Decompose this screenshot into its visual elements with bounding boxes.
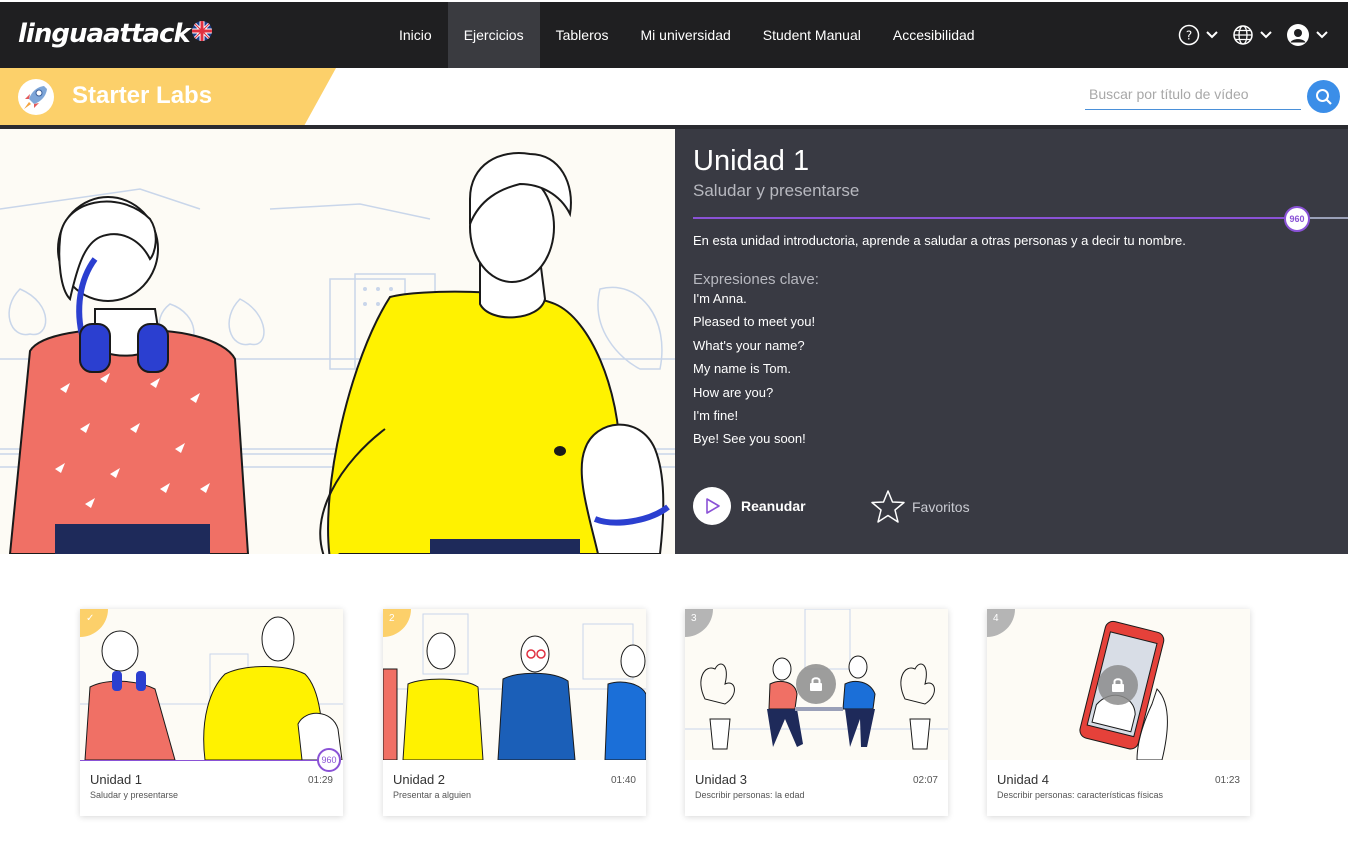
unit-progress-bar bbox=[693, 217, 1348, 219]
nav-mi-universidad[interactable]: Mi universidad bbox=[625, 2, 747, 68]
play-button-circle bbox=[693, 487, 731, 525]
svg-text:?: ? bbox=[1186, 29, 1192, 43]
expression-item: Bye! See you soon! bbox=[693, 431, 806, 447]
main-nav: Inicio Ejercicios Tableros Mi universida… bbox=[383, 2, 991, 68]
sub-header: Starter Labs bbox=[0, 68, 1348, 126]
unit-title: Unidad 1 bbox=[693, 145, 810, 177]
unit-card-3[interactable]: 3 Unidad 3 02:07 Describir personas: la … bbox=[685, 609, 948, 816]
globe-icon bbox=[1233, 25, 1253, 45]
search-field bbox=[1085, 80, 1301, 110]
language-menu[interactable] bbox=[1232, 24, 1272, 46]
unit-card-subtitle: Presentar a alguien bbox=[393, 790, 472, 800]
unit-card-thumbnail bbox=[80, 609, 343, 760]
unit-detail-panel: Unidad 1 Saludar y presentarse 960 En es… bbox=[675, 129, 1348, 554]
favorites-button[interactable]: Favoritos bbox=[870, 489, 970, 525]
unit-card-title: Unidad 3 bbox=[695, 772, 748, 787]
unit-card-title: Unidad 4 bbox=[997, 772, 1050, 787]
nav-accesibilidad[interactable]: Accesibilidad bbox=[877, 2, 991, 68]
play-icon bbox=[706, 498, 720, 514]
unit-card-duration: 02:07 bbox=[912, 775, 938, 786]
lock-icon bbox=[796, 664, 836, 704]
expression-item: I'm Anna. bbox=[693, 291, 747, 306]
lock-icon bbox=[1098, 665, 1138, 705]
unit-card-title: Unidad 1 bbox=[90, 772, 143, 787]
expression-item: Pleased to meet you! bbox=[693, 314, 816, 330]
rocket-icon bbox=[18, 79, 54, 115]
unit-card-subtitle: Saludar y presentarse bbox=[90, 790, 179, 800]
star-icon bbox=[871, 490, 905, 523]
nav-student-manual[interactable]: Student Manual bbox=[747, 2, 877, 68]
expressions-heading: Expresiones clave: bbox=[693, 271, 819, 288]
chevron-down-icon bbox=[1260, 31, 1272, 39]
unit-card-subtitle: Describir personas: características físi… bbox=[997, 790, 1164, 800]
card-points-badge: 960 bbox=[317, 748, 341, 772]
uk-flag-icon bbox=[191, 21, 212, 41]
expression-item: How are you? bbox=[693, 384, 774, 400]
nav-ejercicios[interactable]: Ejercicios bbox=[447, 2, 540, 68]
user-menu[interactable] bbox=[1286, 23, 1328, 47]
page-title: Starter Labs bbox=[72, 82, 213, 109]
header-actions: ? bbox=[1178, 2, 1328, 68]
unit-card-1[interactable]: ✓ 960 Unidad 1 01:29 Saludar y presentar… bbox=[80, 609, 343, 816]
expression-item: What's your name? bbox=[693, 337, 805, 353]
unit-number: 2 bbox=[389, 613, 395, 624]
top-navbar: linguaattack Inicio Ejercicios Tableros … bbox=[0, 0, 1348, 68]
unit-card-progress bbox=[80, 760, 322, 761]
unit-card-duration: 01:40 bbox=[610, 775, 636, 786]
logo-text: linguaattack bbox=[18, 19, 191, 49]
unit-card-duration: 01:23 bbox=[1214, 775, 1240, 786]
unit-card-2[interactable]: 2 Unidad 2 01:40 Presentar a alguien bbox=[383, 609, 646, 816]
unit-description: En esta unidad introductoria, aprende a … bbox=[693, 233, 1186, 248]
expression-item: My name is Tom. bbox=[693, 361, 792, 377]
unit-2-thumbnail-illustration bbox=[383, 609, 646, 760]
search-input[interactable] bbox=[1085, 80, 1301, 108]
unit-card-subtitle: Describir personas: la edad bbox=[695, 790, 805, 800]
resume-label: Reanudar bbox=[741, 498, 806, 514]
help-menu[interactable]: ? bbox=[1178, 24, 1218, 46]
progress-points-badge: 960 bbox=[1284, 206, 1310, 232]
nav-tableros[interactable]: Tableros bbox=[540, 2, 625, 68]
unit-video-thumbnail[interactable] bbox=[0, 129, 675, 554]
favorites-label: Favoritos bbox=[912, 499, 970, 515]
resume-button[interactable]: Reanudar bbox=[693, 487, 806, 525]
unit-1-thumbnail-illustration bbox=[80, 609, 343, 760]
chevron-down-icon bbox=[1316, 31, 1328, 39]
unit-subtitle: Saludar y presentarse bbox=[693, 181, 860, 200]
unit-number: 4 bbox=[993, 613, 999, 624]
search-button[interactable] bbox=[1307, 80, 1340, 113]
search-icon bbox=[1315, 88, 1332, 105]
unit-card-thumbnail bbox=[383, 609, 646, 760]
check-icon: ✓ bbox=[86, 613, 95, 624]
linguaattack-logo[interactable]: linguaattack bbox=[18, 16, 212, 52]
unit-card-4[interactable]: 4 Unidad 4 01:23 Describir personas: car… bbox=[987, 609, 1250, 816]
unit-1-illustration bbox=[0, 129, 675, 554]
unit-number: 3 bbox=[691, 613, 697, 624]
help-icon: ? bbox=[1178, 24, 1200, 46]
unit-progress-fill bbox=[693, 217, 1303, 219]
chevron-down-icon bbox=[1206, 31, 1218, 39]
user-icon bbox=[1287, 24, 1309, 46]
expression-item: I'm fine! bbox=[693, 407, 739, 423]
nav-inicio[interactable]: Inicio bbox=[383, 2, 448, 68]
unit-card-duration: 01:29 bbox=[307, 775, 333, 786]
unit-card-title: Unidad 2 bbox=[393, 772, 446, 787]
expressions-list: I'm Anna. Pleased to meet you! What's yo… bbox=[693, 291, 815, 455]
